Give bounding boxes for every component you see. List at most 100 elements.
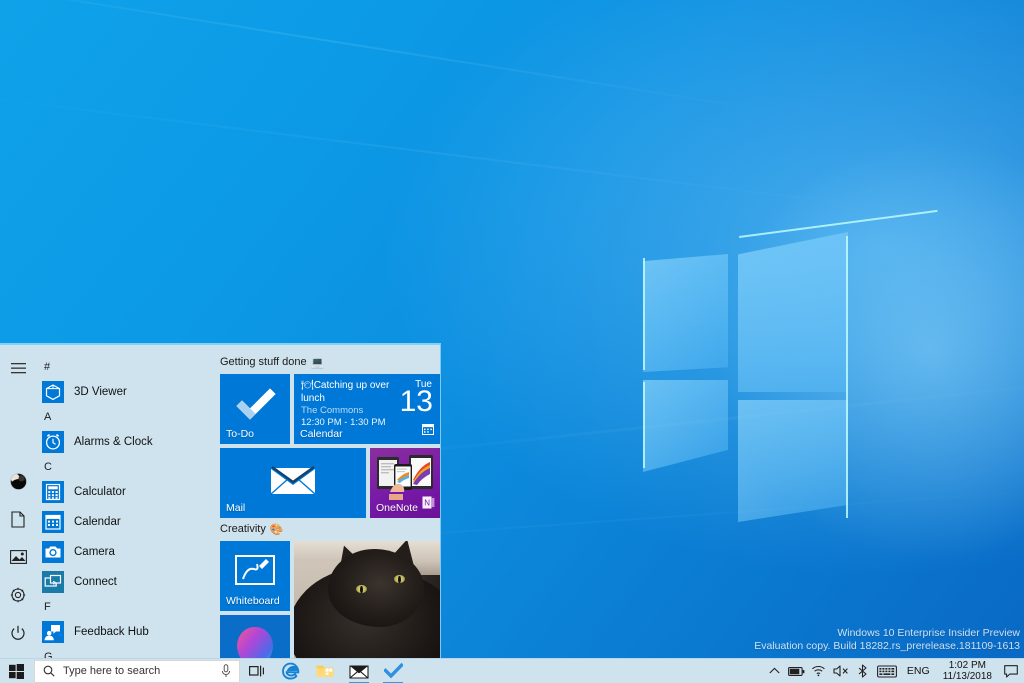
taskbar-task-view-button[interactable] xyxy=(240,659,274,683)
search-input[interactable]: Type here to search xyxy=(34,659,240,683)
tile-label: Whiteboard xyxy=(226,595,280,607)
cat-eye-left xyxy=(356,585,367,593)
tile-row: Mail OneNote N xyxy=(220,448,440,518)
folder-icon xyxy=(316,665,334,677)
user-account-button[interactable] xyxy=(0,462,36,500)
document-icon xyxy=(11,510,25,528)
app-label: Connect xyxy=(74,576,117,588)
power-button[interactable] xyxy=(0,614,36,652)
cat-pupil xyxy=(360,585,363,593)
logo-edge-glow xyxy=(643,382,645,468)
task-view-icon xyxy=(249,665,264,677)
taskbar-file-explorer-button[interactable] xyxy=(308,659,342,683)
tray-touch-keyboard-button[interactable] xyxy=(874,659,900,683)
documents-button[interactable] xyxy=(0,500,36,538)
avatar-icon xyxy=(9,472,27,490)
tray-date: 11/13/2018 xyxy=(942,671,992,682)
tile-photos[interactable] xyxy=(294,541,440,658)
whiteboard-icon xyxy=(235,555,275,585)
tile-onenote[interactable]: OneNote N xyxy=(370,448,440,518)
light-ray xyxy=(0,0,775,113)
start-menu-rail xyxy=(0,345,36,658)
connect-icon xyxy=(42,571,64,593)
tile-todo[interactable]: To-Do xyxy=(220,374,290,444)
tray-time: 1:02 PM xyxy=(948,660,986,671)
app-list-item-feedback-hub[interactable]: Feedback Hub xyxy=(36,617,212,647)
pictures-icon xyxy=(9,550,27,564)
desktop[interactable]: Windows 10 Enterprise Insider Preview Ev… xyxy=(0,0,1024,683)
hamburger-menu-button[interactable] xyxy=(0,349,36,387)
all-apps-list[interactable]: # 3D Viewer A Alarms & Clock C Calculato… xyxy=(36,345,212,658)
tile-mail[interactable]: Mail xyxy=(220,448,366,518)
taskbar-edge-button[interactable] xyxy=(274,659,308,683)
camera-icon xyxy=(42,541,64,563)
tile-label: Mail xyxy=(226,502,246,514)
keyboard-icon xyxy=(876,664,897,678)
alpha-header: # xyxy=(44,361,51,373)
hamburger-icon xyxy=(10,362,26,373)
app-list-item-3d-viewer[interactable]: 3D Viewer xyxy=(36,377,212,407)
cat-eye-right xyxy=(394,575,405,583)
calendar-icon xyxy=(422,422,434,440)
tray-clock[interactable]: 1:02 PM 11/13/2018 xyxy=(937,659,998,683)
settings-button[interactable] xyxy=(0,576,36,614)
tile-calendar[interactable]: 🍽Catching up over lunch The Commons 12:3… xyxy=(294,374,440,444)
tray-battery-button[interactable] xyxy=(786,659,808,683)
clock-icon xyxy=(42,431,64,453)
tray-volume-button[interactable] xyxy=(830,659,852,683)
tile-label: OneNote xyxy=(376,502,419,514)
tray-language-button[interactable]: ENG xyxy=(900,659,937,683)
microphone-icon[interactable] xyxy=(221,664,231,678)
calendar-icon xyxy=(42,511,64,533)
app-list-item-camera[interactable]: Camera xyxy=(36,537,212,567)
tray-network-button[interactable] xyxy=(808,659,830,683)
calendar-event: 🍽Catching up over lunch The Commons 12:3… xyxy=(301,380,396,429)
tile-group-title: Getting stuff done xyxy=(220,356,307,368)
start-menu[interactable]: # 3D Viewer A Alarms & Clock C Calculato… xyxy=(0,343,441,658)
tray-show-hidden-icons-button[interactable] xyxy=(764,659,786,683)
wifi-icon xyxy=(812,665,826,677)
paint3d-icon xyxy=(237,627,273,658)
logo-edge-glow xyxy=(643,258,645,370)
system-tray[interactable]: ENG 1:02 PM 11/13/2018 xyxy=(764,659,1024,683)
calendar-event-location: The Commons xyxy=(301,405,364,416)
tray-notification-button[interactable] xyxy=(998,659,1024,683)
calendar-day-number: 13 xyxy=(399,385,433,418)
tile-group-header-creativity[interactable]: Creativity 🎨 xyxy=(220,522,440,536)
search-icon xyxy=(43,665,55,677)
feedback-icon xyxy=(42,621,64,643)
watermark-line-2: Evaluation copy. Build 18282.rs_prerelea… xyxy=(754,640,1020,652)
bluetooth-icon xyxy=(859,664,867,678)
start-menu-tiles[interactable]: Getting stuff done 💻 To-Do 🍽Catching up … xyxy=(212,345,440,658)
taskbar-todo-button[interactable] xyxy=(376,659,410,683)
alpha-header: F xyxy=(44,601,51,613)
logo-pane-bottom-left xyxy=(643,380,728,472)
onenote-promo-art xyxy=(377,455,433,500)
windows-logo-wallpaper xyxy=(643,209,938,522)
tray-bluetooth-button[interactable] xyxy=(852,659,874,683)
pictures-button[interactable] xyxy=(0,538,36,576)
tile-whiteboard[interactable]: Whiteboard xyxy=(220,541,290,611)
tile-group-header-getting-stuff-done[interactable]: Getting stuff done 💻 xyxy=(220,355,440,369)
app-label: Camera xyxy=(74,546,115,558)
mail-icon xyxy=(349,664,369,679)
cat-head xyxy=(328,549,424,627)
art-palette-emoji-icon: 🎨 xyxy=(269,523,284,536)
insider-preview-watermark: Windows 10 Enterprise Insider Preview Ev… xyxy=(754,627,1020,653)
start-button[interactable] xyxy=(0,659,32,683)
speaker-muted-icon xyxy=(833,665,848,677)
logo-pane-top-left xyxy=(643,254,728,372)
taskbar[interactable]: Type here to search ENG 1:02 PM 11/13/20… xyxy=(0,658,1024,683)
app-list-item-alarms-clock[interactable]: Alarms & Clock xyxy=(36,427,212,457)
taskbar-mail-button[interactable] xyxy=(342,659,376,683)
app-label: Calendar xyxy=(74,516,121,528)
tile-paint-3d[interactable] xyxy=(220,615,290,658)
app-list-item-connect[interactable]: Connect xyxy=(36,567,212,597)
cube-icon xyxy=(42,381,64,403)
app-list-item-calendar[interactable]: Calendar xyxy=(36,507,212,537)
svg-text:N: N xyxy=(424,499,430,508)
app-label: Alarms & Clock xyxy=(74,436,153,448)
app-list-item-calculator[interactable]: Calculator xyxy=(36,477,212,507)
calculator-icon xyxy=(42,481,64,503)
calendar-event-title: 🍽Catching up over lunch xyxy=(301,380,390,404)
